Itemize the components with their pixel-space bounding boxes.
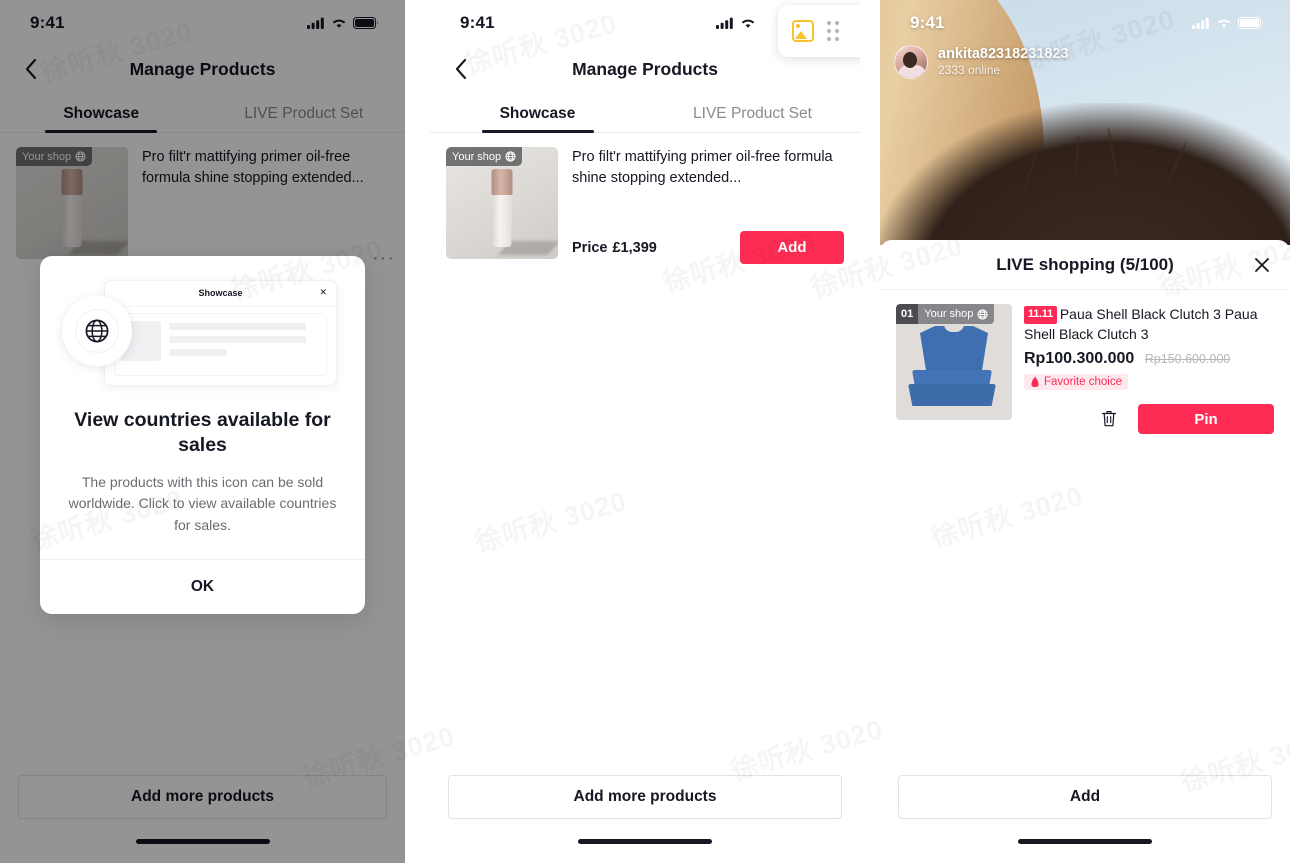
original-price: Rp150.600.000 (1144, 351, 1231, 366)
live-product-title-text: Paua Shell Black Clutch 3 Paua Shell Bla… (1024, 306, 1258, 343)
product-title: Pro filt'r mattifying primer oil-free fo… (572, 149, 833, 187)
phone-screen-2: 9:41 Manage Products Showcase LIVE Produ… (430, 0, 860, 863)
live-product-thumbnail[interactable]: 01 Your shop (896, 304, 1012, 420)
add-more-products-button[interactable]: Add more products (448, 775, 842, 819)
home-indicator-area (880, 819, 1290, 863)
illustration-card-header: Showcase ✕ (105, 281, 336, 307)
tab-showcase[interactable]: Showcase (430, 105, 645, 132)
globe-icon (505, 151, 516, 162)
battery-icon (1238, 16, 1264, 29)
globe-icon (85, 319, 109, 343)
illustration-card-body (114, 313, 327, 376)
globe-icon (977, 308, 988, 320)
product-dress-ruffle (908, 384, 996, 406)
shop-badge: Your shop (918, 304, 995, 324)
status-icons (1192, 16, 1264, 29)
grid-dots-icon[interactable] (827, 21, 839, 41)
tab-bar: Showcase LIVE Product Set (430, 93, 860, 133)
modal-ok-button[interactable]: OK (40, 560, 365, 614)
live-shopping-sheet: LIVE shopping (5/100) 01 Your shop 11.11… (880, 240, 1290, 863)
favorite-badge-label: Favorite choice (1044, 375, 1122, 388)
promo-tag: 11.11 (1024, 306, 1057, 324)
thumb-cap (491, 169, 513, 195)
illustration-globe-badge (62, 296, 132, 366)
status-badge: Favorite choice (1024, 373, 1128, 390)
status-icons (716, 17, 756, 29)
bottom-action-area: Add (880, 775, 1290, 819)
country-availability-modal: Showcase ✕ View countries available for … (40, 256, 365, 614)
illustration-card: Showcase ✕ (104, 280, 337, 386)
bottom-action-area: Add more products (430, 775, 860, 819)
product-info: Pro filt'r mattifying primer oil-free fo… (558, 147, 844, 265)
status-time: 9:41 (910, 12, 945, 32)
home-indicator (1018, 838, 1152, 844)
modal-illustration: Showcase ✕ (62, 274, 343, 392)
illustration-line (169, 336, 306, 343)
pin-product-button[interactable]: Pin (1138, 404, 1274, 435)
status-time: 9:41 (460, 12, 495, 32)
shop-badge-label: Your shop (452, 150, 502, 163)
live-product-item: 01 Your shop 11.11 Paua Shell Black Clut… (880, 290, 1290, 435)
live-online-count: 2333 online (938, 63, 1001, 78)
illustration-card-title: Showcase (198, 288, 243, 298)
live-product-index: 01 (896, 304, 919, 324)
cellular-signal-icon (1192, 17, 1209, 29)
live-product-badge: 01 Your shop (896, 304, 995, 324)
status-bar: 9:41 (880, 0, 1290, 45)
add-product-button[interactable]: Add (740, 231, 844, 265)
live-product-actions: Pin (1024, 404, 1274, 435)
modal-body-text: The products with this icon can be sold … (68, 473, 337, 534)
live-product-title: 11.11 Paua Shell Black Clutch 3 Paua Shel… (1024, 304, 1274, 345)
price-value: £1,399 (612, 239, 657, 256)
price-block: Price £1,399 (572, 240, 657, 256)
live-host-info[interactable]: ankita82318231823 2333 online (894, 45, 1069, 79)
back-button[interactable] (446, 54, 476, 84)
cellular-signal-icon (716, 17, 733, 29)
wifi-icon (1217, 19, 1231, 28)
trash-icon (1101, 411, 1117, 427)
product-thumbnail[interactable]: Your shop (446, 147, 558, 259)
delete-product-button[interactable] (1100, 409, 1120, 429)
close-icon (1255, 258, 1269, 272)
product-row: Your shop Pro filt'r mattifying primer o… (430, 133, 860, 265)
close-icon: ✕ (319, 287, 327, 297)
sheet-header: LIVE shopping (5/100) (880, 240, 1290, 290)
image-picture-icon[interactable] (792, 20, 814, 42)
live-product-info: 11.11 Paua Shell Black Clutch 3 Paua Shel… (1012, 304, 1274, 435)
back-chevron-icon (455, 59, 467, 79)
shop-badge-label: Your shop (924, 308, 974, 320)
phone-screen-1: 9:41 Manage Products Showcase LIVE Produ… (0, 0, 405, 863)
sheet-title: LIVE shopping (5/100) (996, 254, 1174, 274)
current-price: Rp100.300.000 (1024, 349, 1135, 367)
modal-title: View countries available for sales (74, 409, 331, 457)
illustration-line (169, 323, 306, 330)
product-price-row: Price £1,399 Add (572, 231, 844, 265)
avatar[interactable] (894, 45, 928, 79)
video-hair (880, 103, 1290, 245)
add-button[interactable]: Add (898, 775, 1272, 819)
wifi-icon (741, 19, 755, 28)
tab-live-product-set[interactable]: LIVE Product Set (645, 105, 860, 132)
live-host-username: ankita82318231823 (938, 45, 1069, 62)
page-title: Manage Products (572, 58, 718, 79)
shop-badge: Your shop (446, 147, 523, 166)
price-label: Price (572, 239, 608, 256)
close-sheet-button[interactable] (1252, 255, 1272, 275)
home-indicator (578, 838, 712, 844)
flame-icon (1031, 376, 1039, 388)
illustration-line (169, 349, 227, 356)
screenshot-stage: 9:41 Manage Products Showcase LIVE Produ… (0, 0, 1290, 863)
live-product-price-row: Rp100.300.000 Rp150.600.000 (1024, 350, 1274, 368)
home-indicator-area (430, 819, 860, 863)
floating-tool-panel (778, 5, 860, 57)
phone-screen-3: 9:41 ankita82318231823 2333 online LIVE … (880, 0, 1290, 863)
